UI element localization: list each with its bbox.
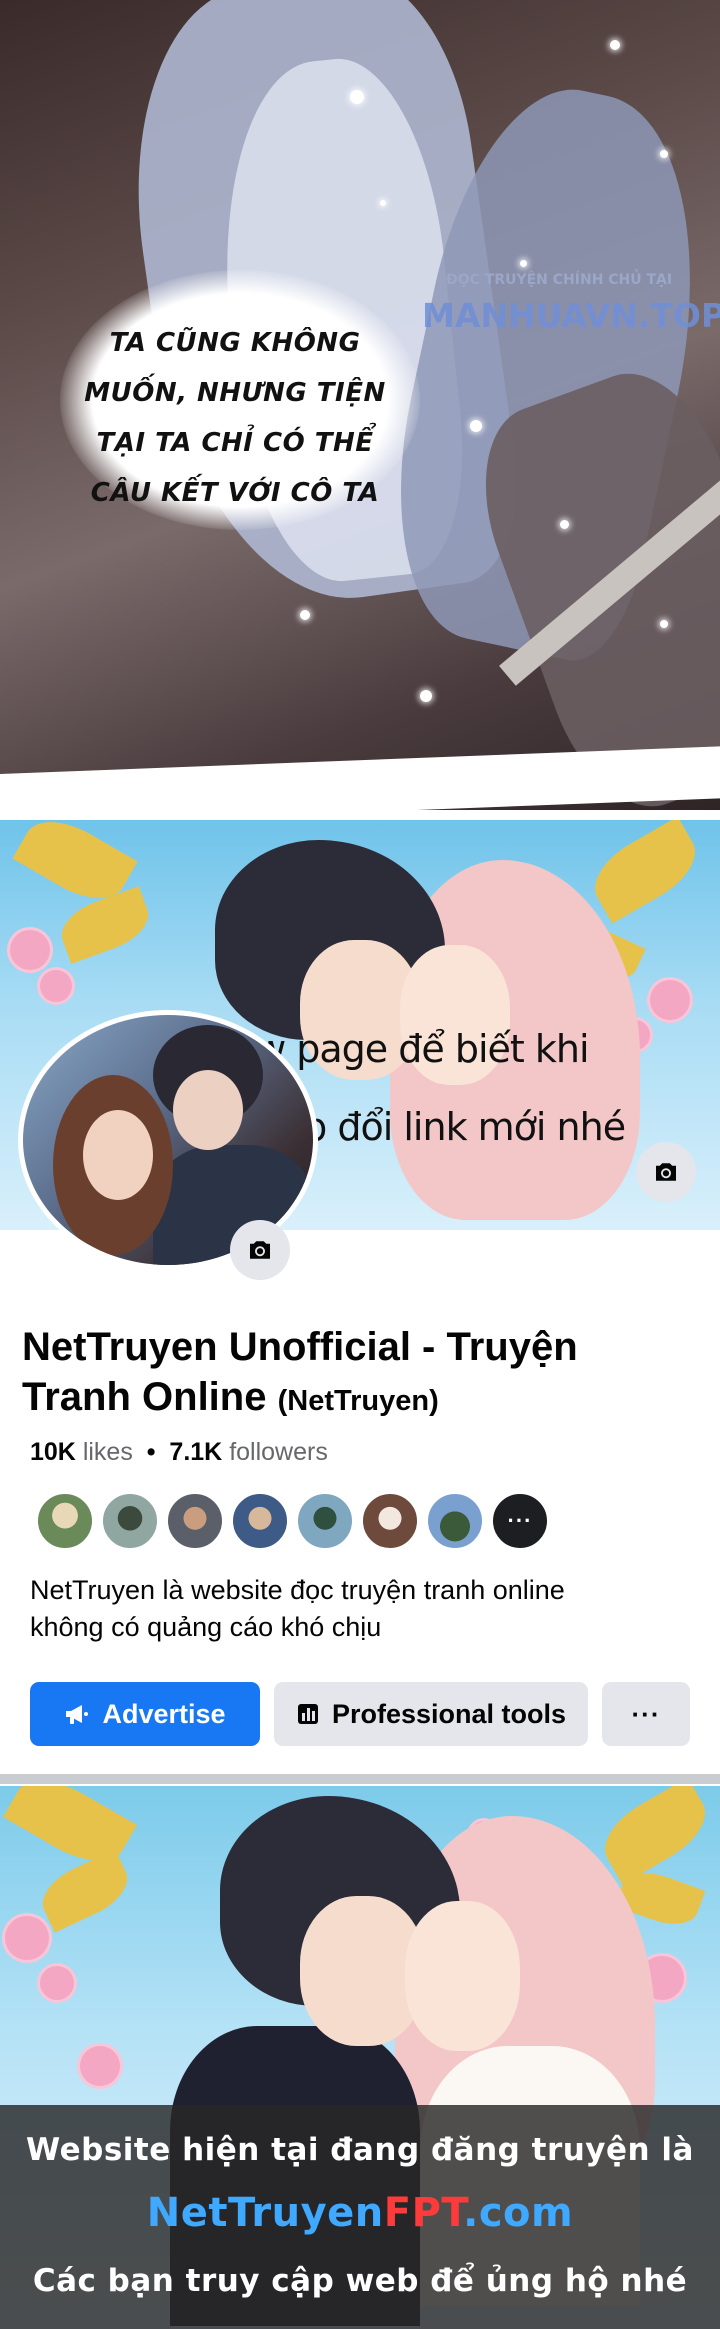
followers-count[interactable]: 7.1K xyxy=(169,1438,222,1466)
followers-label[interactable]: followers xyxy=(229,1438,328,1466)
section-separator xyxy=(0,1774,720,1784)
follower-avatar[interactable] xyxy=(296,1492,354,1550)
sparkle xyxy=(420,690,432,702)
professional-tools-label: Professional tools xyxy=(331,1698,567,1729)
page-title: NetTruyen Unofficial - Truyện Tranh Onli… xyxy=(22,1322,682,1426)
avatar-face-boy xyxy=(173,1070,243,1150)
promo-domain-part: FPT xyxy=(383,2190,464,2236)
edit-profile-picture-camera-button[interactable] xyxy=(230,1220,290,1280)
promo-line-3: Các bạn truy cập web để ủng hộ nhé xyxy=(32,2263,688,2299)
speech-line: CÂU KẾT VỚI CÔ TA xyxy=(90,478,380,508)
sparkle xyxy=(380,200,386,206)
promo-line-1: Website hiện tại đang đăng truyện là xyxy=(26,2132,694,2168)
speech-line: TA CŨNG KHÔNG xyxy=(109,328,361,358)
professional-tools-button[interactable]: Professional tools xyxy=(274,1682,588,1746)
stats-separator: • xyxy=(146,1438,156,1466)
sparkle xyxy=(560,520,569,529)
follower-avatar[interactable] xyxy=(36,1492,94,1550)
likes-label[interactable]: likes xyxy=(83,1438,133,1466)
flower-decoration xyxy=(10,930,50,970)
sparkle xyxy=(470,420,482,432)
flower-decoration xyxy=(5,1916,49,1960)
advertise-button[interactable]: Advertise xyxy=(30,1682,260,1746)
leaf-decoration xyxy=(33,1849,137,1933)
promo-domain[interactable]: NetTruyenFPT.com xyxy=(0,2190,720,2236)
camera-icon xyxy=(656,1163,676,1181)
camera-icon xyxy=(250,1241,270,1259)
flower-decoration xyxy=(40,1966,74,2000)
watermark-caption: ĐỌC TRUYỆN CHÍNH CHỦ TẠI xyxy=(446,272,673,288)
follower-avatar[interactable] xyxy=(166,1492,224,1550)
bio-line: không có quảng cáo khó chịu xyxy=(30,1612,382,1642)
sparkle xyxy=(300,610,310,620)
advertise-label: Advertise xyxy=(102,1698,226,1729)
watermark-site: MANHUAVN.TOP xyxy=(422,296,720,335)
follower-avatars: ··· xyxy=(36,1492,549,1550)
speech-line: MUỐN, NHƯNG TIỆN xyxy=(84,378,386,408)
more-options-button[interactable]: ··· xyxy=(602,1682,690,1746)
avatar-face-girl xyxy=(83,1110,153,1200)
edit-cover-camera-button[interactable] xyxy=(636,1142,696,1202)
sparkle xyxy=(610,40,620,50)
follower-avatar[interactable] xyxy=(231,1492,289,1550)
follower-avatar[interactable] xyxy=(426,1492,484,1550)
page-bio: NetTruyen là website đọc truyện tranh on… xyxy=(30,1572,680,1646)
flower-decoration xyxy=(80,2046,120,2086)
speech-text: TA CŨNG KHÔNG MUỐN, NHƯNG TIỆN TẠI TA CH… xyxy=(70,318,400,518)
promo-domain-part: .com xyxy=(463,2190,574,2236)
sparkle xyxy=(520,260,527,267)
promo-domain-part: NetTruyen xyxy=(146,2190,384,2236)
sparkle xyxy=(660,620,668,628)
likes-count[interactable]: 10K xyxy=(30,1438,76,1466)
speech-line: TẠI TA CHỈ CÓ THỂ xyxy=(96,428,374,458)
sparkle xyxy=(350,90,364,104)
dashboard-icon xyxy=(297,1704,318,1724)
page-stats: 10K likes • 7.1K followers xyxy=(30,1438,328,1467)
leaf-decoration xyxy=(54,886,156,964)
bio-line: NetTruyen là website đọc truyện tranh on… xyxy=(30,1575,565,1605)
page-handle: (NetTruyen) xyxy=(277,1385,439,1417)
megaphone-icon xyxy=(66,1705,89,1724)
flower-decoration xyxy=(40,970,72,1002)
banner-face-girl xyxy=(405,1901,520,2051)
follower-avatar[interactable] xyxy=(361,1492,419,1550)
follower-avatar[interactable] xyxy=(101,1492,159,1550)
leaf-decoration xyxy=(592,1786,718,1885)
manga-panel: TA CŨNG KHÔNG MUỐN, NHƯNG TIỆN TẠI TA CH… xyxy=(0,0,720,810)
sparkle xyxy=(660,150,668,158)
more-followers-button[interactable]: ··· xyxy=(491,1492,549,1550)
leaf-decoration xyxy=(582,820,708,924)
